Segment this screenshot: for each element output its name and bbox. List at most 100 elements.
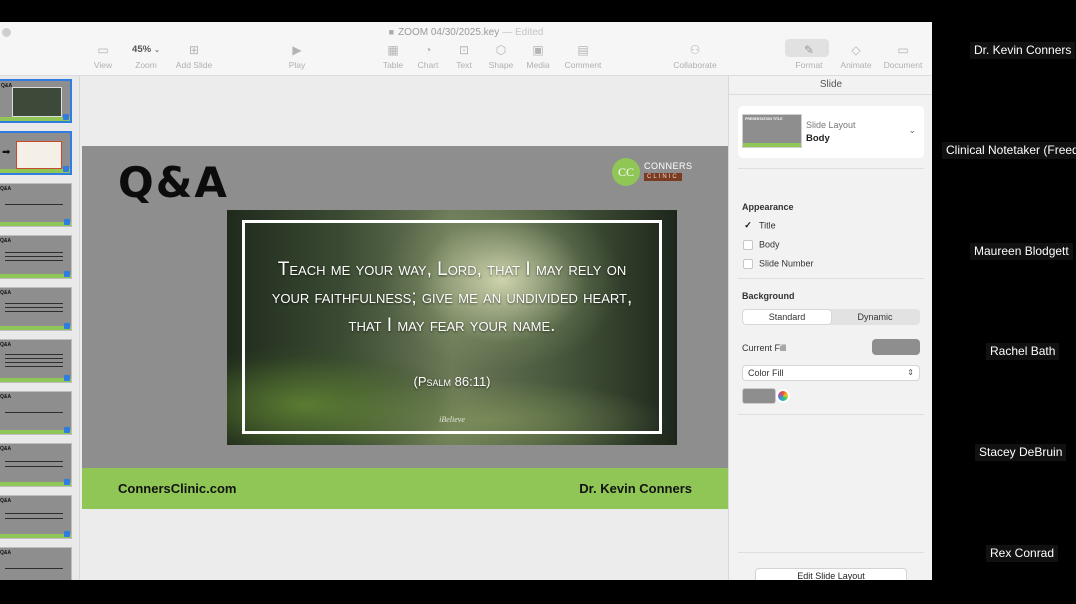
thumbnail-title: Q&A (0, 238, 12, 244)
tab-slide[interactable]: Slide (729, 76, 932, 95)
current-fill-swatch[interactable] (872, 339, 920, 355)
thumbnail-text-line (5, 513, 63, 514)
title-checkbox-label: Title (759, 220, 776, 231)
chevron-down-icon: ⌄ (908, 125, 916, 135)
toolbar: ■ ZOOM 04/30/2025.key — Edited ▭ View 45% ⌄… (0, 22, 932, 76)
format-button[interactable]: ✎ Format (783, 39, 835, 70)
dynamic-option[interactable]: Dynamic (831, 310, 919, 324)
selected-marker-icon (64, 375, 70, 381)
document-panel-icon: ▭ (897, 43, 909, 57)
participant-name[interactable]: Dr. Kevin Conners (970, 42, 1076, 59)
slide-thumbnail[interactable]: Q&A (0, 547, 72, 580)
slide-footer: ConnersClinic.com Dr. Kevin Conners (82, 468, 728, 509)
divider (738, 552, 924, 553)
edited-label: — Edited (502, 27, 544, 38)
layout-value: Body (806, 133, 830, 144)
selected-marker-icon (64, 323, 70, 329)
zoom-label: Zoom (135, 60, 157, 70)
current-fill-label: Current Fill (742, 343, 787, 353)
current-slide[interactable]: Q&A CC CONNERS CLINIC Teach me your way,… (82, 146, 728, 509)
selected-marker-icon (64, 479, 70, 485)
appearance-heading: Appearance (742, 202, 794, 212)
chevron-updown-icon: ⇕ (907, 368, 914, 377)
paintbrush-icon: ✎ (803, 43, 815, 57)
slide-thumbnail[interactable]: Q&A (0, 443, 72, 487)
body-checkbox[interactable]: Body (743, 239, 780, 251)
slide-thumbnail[interactable]: Q&A (0, 287, 72, 331)
screen-root: ■ ZOOM 04/30/2025.key — Edited ▭ View 45% ⌄… (0, 0, 1076, 604)
arrow-icon: ➡ (2, 147, 11, 158)
title-checkbox[interactable]: ✓ Title (743, 220, 776, 232)
slide-number-checkbox[interactable]: Slide Number (743, 258, 814, 270)
slide-title[interactable]: Q&A (118, 158, 229, 207)
window-title-text: ZOOM 04/30/2025.key (398, 27, 500, 38)
footer-presenter[interactable]: Dr. Kevin Conners (579, 481, 692, 496)
animate-icon: ◇ (851, 43, 861, 57)
selected-marker-icon (64, 219, 70, 225)
format-label: Format (795, 60, 823, 70)
thumbnail-footer (0, 274, 71, 278)
selected-marker-icon (63, 114, 69, 120)
thumbnail-text-line (5, 354, 63, 355)
collaborate-label: Collaborate (673, 60, 717, 70)
thumbnail-footer (0, 534, 71, 538)
thumbnail-title: Q&A (1, 83, 13, 89)
body-checkbox-label: Body (759, 239, 780, 250)
standard-option[interactable]: Standard (743, 310, 831, 324)
slide-canvas[interactable]: Q&A CC CONNERS CLINIC Teach me your way,… (81, 76, 728, 580)
slide-thumbnail[interactable]: Q&A (0, 495, 72, 539)
verse-image[interactable]: Teach me your way, Lord, that I may rely… (227, 210, 677, 445)
thumbnail-title: Q&A (0, 550, 12, 556)
slide-thumbnail[interactable]: Q&A (0, 183, 72, 227)
thumbnail-footer (0, 326, 71, 330)
animate-button[interactable]: ◇ Animate (830, 42, 882, 70)
comment-button[interactable]: ▤ Comment (557, 42, 609, 70)
thumbnail-title: Q&A (0, 290, 12, 296)
slide-layout-picker[interactable]: PRESENTATION TITLE Slide Layout Body ⌄ (738, 106, 924, 158)
thumbnail-text-line (5, 412, 63, 413)
zoom-dropdown[interactable]: 45% ⌄ Zoom (120, 42, 172, 70)
thumbnail-card (16, 141, 62, 169)
slide-thumbnail[interactable]: Q&A (0, 391, 72, 435)
fill-type-value: Color Fill (748, 368, 784, 378)
document-label: Document (883, 60, 923, 70)
slide-thumbnail[interactable]: ➡ (0, 131, 72, 175)
color-well[interactable] (742, 388, 776, 404)
color-wheel-icon[interactable] (776, 389, 790, 403)
checkbox-box (743, 258, 753, 269)
thumbnail-photo (12, 87, 62, 117)
image-watermark: iBelieve (439, 415, 465, 424)
participant-name[interactable]: Stacey DeBruin (975, 444, 1067, 461)
logo-text-top: CONNERS (644, 161, 693, 171)
layout-thumbnail: PRESENTATION TITLE (742, 114, 802, 148)
participant-name[interactable]: Rex Conrad (986, 545, 1059, 562)
thumbnail-title: Q&A (0, 498, 12, 504)
slide-number-checkbox-label: Slide Number (759, 258, 814, 269)
thumbnail-text-line (5, 307, 63, 308)
thumbnail-title: Q&A (0, 394, 12, 400)
edit-slide-layout-button[interactable]: Edit Slide Layout (755, 568, 907, 580)
layout-thumbnail-footer (743, 143, 801, 147)
participant-name[interactable]: Clinical Notetaker (Freed (942, 142, 1076, 159)
window-title: ■ ZOOM 04/30/2025.key — Edited (0, 27, 932, 38)
layout-thumbnail-title: PRESENTATION TITLE (745, 117, 783, 121)
participant-name[interactable]: Rachel Bath (986, 343, 1060, 360)
thumbnail-text-line (5, 260, 63, 261)
add-slide-button[interactable]: ⊞ Add Slide (168, 42, 220, 70)
divider (738, 168, 924, 169)
slide-thumbnail[interactable]: Q&A (0, 339, 72, 383)
slide-thumbnail[interactable]: Q&A (0, 235, 72, 279)
fill-type-select[interactable]: Color Fill ⇕ (742, 365, 920, 381)
divider (738, 278, 924, 279)
format-inspector: Slide PRESENTATION TITLE Slide Layout Bo… (728, 76, 932, 580)
slide-thumbnail[interactable]: Q&A (0, 79, 72, 123)
participant-name[interactable]: Maureen Blodgett (970, 243, 1073, 260)
collaborate-icon: ⚇ (689, 43, 701, 57)
footer-website[interactable]: ConnersClinic.com (118, 481, 236, 496)
document-button[interactable]: ▭ Document (877, 42, 929, 70)
add-slide-icon: ⊞ (188, 43, 200, 57)
thumbnail-footer (0, 117, 70, 121)
play-button[interactable]: ▶ Play (271, 42, 323, 70)
collaborate-button[interactable]: ⚇ Collaborate (669, 42, 721, 70)
selected-marker-icon (64, 427, 70, 433)
